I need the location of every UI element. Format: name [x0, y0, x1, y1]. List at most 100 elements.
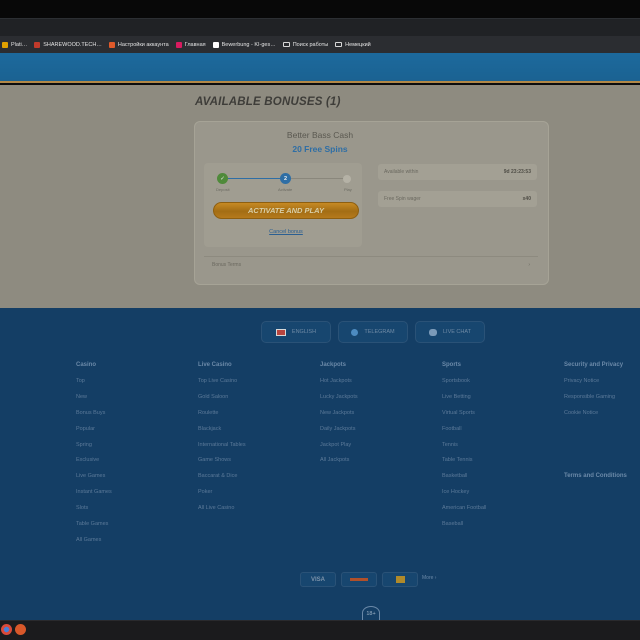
bookmark-folder[interactable]: Немецкий: [335, 42, 371, 48]
footer-link[interactable]: Table Games: [76, 519, 112, 535]
bookmark-item[interactable]: Главная: [175, 41, 206, 48]
footer-link[interactable]: Slots: [76, 503, 112, 519]
bonus-name: Better Bass Cash: [286, 130, 354, 140]
bookmark-folder[interactable]: Поиск работы: [282, 42, 328, 48]
available-value: 9d 23:23:53: [503, 169, 531, 175]
bonus-subtitle: 20 Free Spins: [292, 144, 348, 154]
footer-link[interactable]: Top: [76, 376, 112, 392]
bookmark-favicon-icon: [175, 41, 182, 48]
footer-column-sports: Sports Sportsbook Live Betting Virtual S…: [442, 360, 486, 535]
footer-link[interactable]: Live Betting: [442, 392, 486, 408]
footer-link[interactable]: All Games: [76, 535, 112, 551]
step-label: Deposit: [216, 187, 230, 192]
payment-visa-badge: VISA: [300, 572, 336, 587]
step-pending-icon: [343, 175, 351, 183]
footer-link[interactable]: Blackjack: [198, 424, 246, 440]
activate-and-play-button[interactable]: ACTIVATE AND PLAY: [213, 202, 359, 219]
payment-method-badge: [382, 572, 418, 587]
app-icon[interactable]: [15, 624, 26, 635]
footer-link[interactable]: Privacy Notice: [564, 376, 623, 392]
bookmark-favicon-icon: [34, 41, 41, 48]
telegram-label: TELEGRAM: [364, 329, 395, 335]
browser-app-icon[interactable]: [1, 624, 12, 635]
wager-label: Free Spin wager: [384, 196, 421, 202]
payment-method-badge: [341, 572, 377, 587]
footer-link[interactable]: Top Live Casino: [198, 376, 246, 392]
footer-link[interactable]: Baccarat & Dice: [198, 471, 246, 487]
chevron-right-icon: ›: [434, 575, 437, 581]
more-payments-label: More: [422, 575, 434, 581]
chevron-right-icon: ›: [528, 262, 530, 268]
footer-link[interactable]: Live Games: [76, 471, 112, 487]
footer-link[interactable]: Exclusive: [76, 455, 112, 471]
footer-column-live-casino: Live Casino Top Live Casino Gold Saloon …: [198, 360, 246, 519]
wager-value: x40: [522, 196, 531, 202]
step-progress-line: [228, 178, 286, 179]
footer-link[interactable]: Bonus Buys: [76, 408, 112, 424]
bookmark-item[interactable]: Bewerbung - KI-ges…: [212, 41, 276, 48]
telegram-button[interactable]: TELEGRAM: [338, 321, 408, 343]
language-label: ENGLISH: [291, 329, 317, 335]
language-selector-button[interactable]: ENGLISH: [261, 321, 331, 343]
tab-strip[interactable]: [0, 18, 640, 36]
step-current-icon: 2: [280, 173, 291, 184]
footer-link[interactable]: Gold Saloon: [198, 392, 246, 408]
footer-link[interactable]: Cookie Notice: [564, 408, 623, 424]
folder-icon: [335, 42, 343, 47]
footer-link[interactable]: Spring: [76, 440, 112, 456]
cancel-bonus-link[interactable]: Cancel bonus: [213, 229, 359, 235]
footer-column-title: Jackpots: [320, 362, 347, 368]
age-restriction-badge: 18+: [362, 606, 380, 620]
footer-link[interactable]: Popular: [76, 424, 112, 440]
footer-link[interactable]: Baseball: [442, 519, 486, 535]
uk-flag-icon: [275, 328, 286, 336]
footer-link[interactable]: Lucky Jackpots: [320, 392, 358, 408]
footer-column-title: Live Casino: [198, 362, 232, 368]
footer-column-title: Casino: [76, 362, 97, 368]
footer-link[interactable]: All Jackpots: [320, 455, 358, 471]
step-done-check-icon: ✓: [217, 173, 228, 184]
footer-link[interactable]: Football: [442, 424, 486, 440]
footer-link[interactable]: Daily Jackpots: [320, 424, 358, 440]
payment-logo-icon: [350, 578, 368, 581]
more-payments-link[interactable]: More ›: [422, 575, 436, 581]
footer-link[interactable]: Sportsbook: [442, 376, 486, 392]
footer-column-title: Sports: [442, 362, 462, 368]
bookmark-item[interactable]: Plati…: [2, 41, 27, 48]
footer-link[interactable]: Responsible Gaming: [564, 392, 623, 408]
live-chat-button[interactable]: LIVE CHAT: [415, 321, 485, 343]
footer-link[interactable]: Hot Jackpots: [320, 376, 358, 392]
footer-link[interactable]: Virtual Sports: [442, 408, 486, 424]
footer-link[interactable]: Game Shows: [198, 455, 246, 471]
bookmark-item[interactable]: Настройки аккаунта: [108, 41, 169, 48]
footer-link[interactable]: Poker: [198, 487, 246, 503]
footer-column-security: Security and Privacy Privacy Notice Resp…: [564, 360, 623, 424]
footer-link[interactable]: All Live Casino: [198, 503, 246, 519]
footer-link[interactable]: International Tables: [198, 440, 246, 456]
wager-row: Free Spin wager x40: [378, 191, 537, 207]
footer-link[interactable]: Basketball: [442, 471, 486, 487]
payment-logo-icon: [395, 576, 405, 583]
footer-column-terms: Terms and Conditions: [564, 471, 627, 487]
header-overlay: [0, 53, 640, 83]
chat-bubble-icon: [428, 328, 437, 336]
footer-column-title[interactable]: Terms and Conditions: [564, 471, 627, 487]
available-within-row: Available within 9d 23:23:53: [378, 164, 537, 180]
live-chat-label: LIVE CHAT: [442, 329, 471, 335]
footer-link[interactable]: Ice Hockey: [442, 487, 486, 503]
footer-column-casino: Casino Top New Bonus Buys Popular Spring…: [76, 360, 112, 551]
footer-link[interactable]: New Jackpots: [320, 408, 358, 424]
footer-link[interactable]: Instant Games: [76, 487, 112, 503]
footer-link[interactable]: Roulette: [198, 408, 246, 424]
footer-link[interactable]: American Football: [442, 503, 486, 519]
footer-link[interactable]: New: [76, 392, 112, 408]
bonus-terms-row[interactable]: Bonus Terms ›: [204, 256, 538, 273]
step-remaining-line: [291, 178, 347, 179]
footer-link[interactable]: Table Tennis: [442, 455, 486, 471]
footer-link[interactable]: Tennis: [442, 440, 486, 456]
bonus-terms-label: Bonus Terms: [212, 262, 242, 268]
footer-link[interactable]: Jackpot Play: [320, 440, 358, 456]
bookmark-item[interactable]: SHAREWOOD.TECH…: [34, 41, 102, 48]
window-top-bar: [0, 0, 640, 18]
os-taskbar: [0, 620, 640, 640]
